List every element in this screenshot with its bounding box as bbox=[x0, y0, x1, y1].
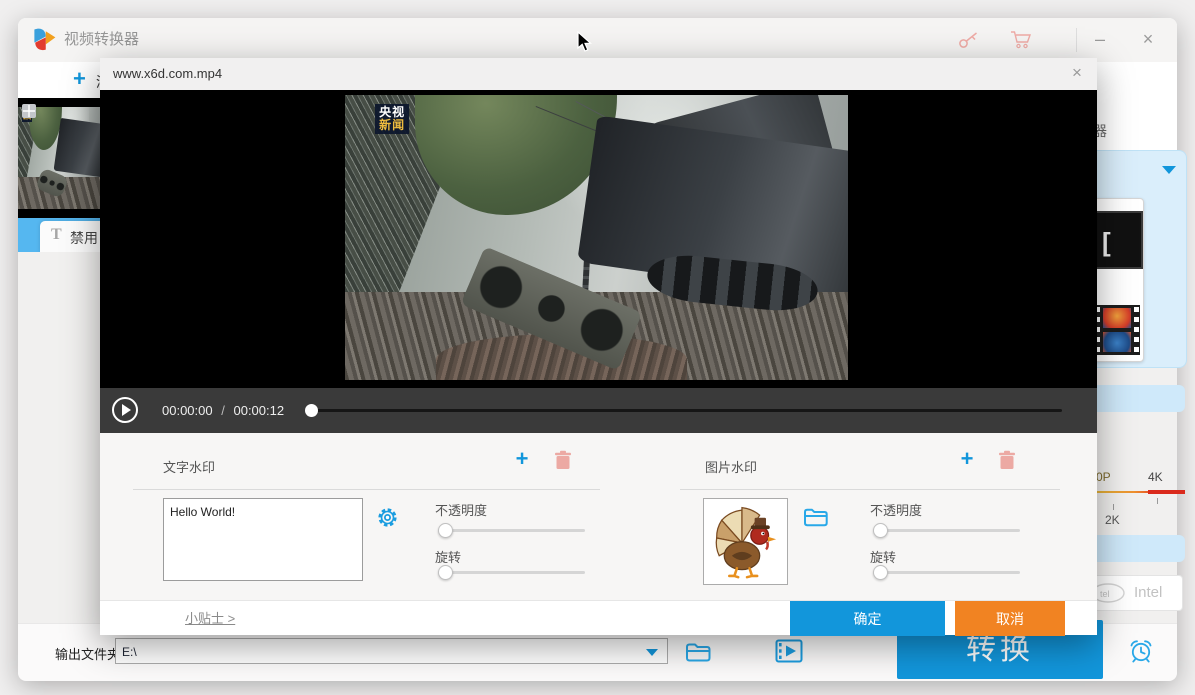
preview-player-icon[interactable] bbox=[775, 639, 803, 663]
format-dropdown-arrow-icon[interactable] bbox=[1162, 166, 1176, 174]
resolution-tick bbox=[1113, 504, 1114, 510]
video-preview-area: 央视 新闻 bbox=[100, 90, 1097, 388]
combo-dropdown-arrow-icon[interactable] bbox=[646, 649, 658, 656]
format-screen-thumb: [ bbox=[1095, 211, 1143, 269]
watermark-settings: 文字水印 + Hello World! 不透明度 旋转 图片水印 + bbox=[100, 433, 1097, 600]
svg-text:tel: tel bbox=[1100, 589, 1110, 599]
scene-layer bbox=[54, 118, 100, 177]
add-image-watermark-button[interactable]: + bbox=[955, 447, 979, 471]
format-preview-card: [ bbox=[1090, 198, 1144, 362]
close-button[interactable]: × bbox=[1128, 18, 1168, 62]
image-watermark-title: 图片水印 bbox=[705, 457, 757, 476]
intel-acceleration-badge[interactable]: tel Intel bbox=[1085, 575, 1183, 611]
text-opacity-label: 不透明度 bbox=[435, 500, 487, 519]
screen-bracket: [ bbox=[1102, 227, 1111, 258]
minimize-button[interactable]: – bbox=[1080, 18, 1120, 62]
quality-option-bar[interactable] bbox=[1085, 385, 1185, 412]
text-rotate-label: 旋转 bbox=[435, 547, 461, 566]
thumbnail-scene: 央视 新闻 bbox=[18, 107, 100, 209]
cancel-button[interactable]: 取消 bbox=[955, 601, 1065, 636]
tips-link[interactable]: 小贴士 > bbox=[185, 601, 235, 636]
dialog-close-button[interactable]: × bbox=[1063, 58, 1091, 90]
delete-text-watermark-icon[interactable] bbox=[553, 449, 573, 471]
watermark-dialog: www.x6d.com.mp4 × 央视 新闻 bbox=[100, 58, 1097, 635]
desktop: 视频转换器 – × + 添 bbox=[0, 0, 1195, 695]
filmstrip-frame bbox=[1103, 332, 1131, 352]
cctv-news-badge: 央视 新闻 bbox=[375, 104, 409, 134]
app-title: 视频转换器 bbox=[64, 18, 139, 62]
app-titlebar: 视频转换器 – × bbox=[18, 18, 1177, 63]
filmstrip-icon bbox=[1094, 305, 1140, 355]
image-rotate-slider[interactable] bbox=[875, 571, 1020, 574]
time-current: 00:00:00 bbox=[162, 403, 213, 418]
image-opacity-slider[interactable] bbox=[875, 529, 1020, 532]
filmstrip-holes bbox=[1134, 307, 1139, 353]
watermark-image-preview[interactable] bbox=[703, 498, 788, 585]
dialog-footer: 小贴士 > 确定 取消 bbox=[100, 600, 1097, 635]
image-rotate-label: 旋转 bbox=[870, 547, 896, 566]
grid-handle-icon[interactable] bbox=[22, 104, 36, 118]
output-folder-input[interactable] bbox=[116, 639, 648, 665]
play-button[interactable] bbox=[112, 397, 138, 423]
seek-handle[interactable] bbox=[305, 404, 318, 417]
output-folder-combo[interactable] bbox=[115, 638, 668, 664]
delete-image-watermark-icon[interactable] bbox=[997, 449, 1017, 471]
time-total: 00:00:12 bbox=[233, 403, 284, 418]
dialog-title: www.x6d.com.mp4 bbox=[113, 58, 222, 90]
app-logo-icon bbox=[30, 26, 58, 54]
text-rotate-slider[interactable] bbox=[440, 571, 585, 574]
image-opacity-label: 不透明度 bbox=[870, 500, 922, 519]
open-folder-icon[interactable] bbox=[685, 641, 712, 663]
text-opacity-slider[interactable] bbox=[440, 529, 585, 532]
text-tool-icon: T bbox=[51, 226, 62, 244]
titlebar-separator bbox=[1076, 28, 1077, 52]
player-bar: 00:00:00 / 00:00:12 bbox=[100, 388, 1097, 433]
section-divider bbox=[680, 489, 1060, 490]
section-divider bbox=[133, 489, 600, 490]
seek-bar[interactable] bbox=[310, 409, 1062, 412]
text-opacity-handle[interactable] bbox=[438, 523, 453, 538]
ok-button[interactable]: 确定 bbox=[790, 601, 945, 636]
register-key-icon[interactable] bbox=[958, 31, 980, 49]
video-frame: 央视 新闻 bbox=[345, 95, 848, 380]
quality-option-bar[interactable] bbox=[1085, 535, 1185, 562]
resolution-mid-label: 2K bbox=[1105, 513, 1120, 527]
resolution-left-label: 0P bbox=[1096, 470, 1111, 484]
text-settings-gear-icon[interactable] bbox=[376, 506, 399, 529]
resolution-slider-hot bbox=[1148, 490, 1185, 494]
add-files-plus-icon[interactable]: + bbox=[73, 66, 86, 92]
file-thumbnail[interactable]: 央视 新闻 bbox=[18, 98, 100, 218]
text-rotate-handle[interactable] bbox=[438, 565, 453, 580]
image-opacity-handle[interactable] bbox=[873, 523, 888, 538]
resolution-tick bbox=[1157, 498, 1158, 504]
mouse-cursor bbox=[577, 31, 593, 53]
filmstrip-frame bbox=[1103, 308, 1131, 328]
time-display: 00:00:00 / 00:00:12 bbox=[162, 388, 284, 433]
dialog-titlebar: www.x6d.com.mp4 × bbox=[100, 58, 1097, 90]
text-watermark-title: 文字水印 bbox=[163, 457, 215, 476]
add-text-watermark-button[interactable]: + bbox=[510, 447, 534, 471]
watermark-text-input[interactable]: Hello World! bbox=[163, 498, 363, 581]
browse-image-folder-icon[interactable] bbox=[803, 507, 829, 528]
tab-label: 禁用 bbox=[70, 228, 98, 248]
time-separator: / bbox=[216, 403, 230, 418]
shopping-cart-icon[interactable] bbox=[1010, 30, 1034, 50]
intel-label: Intel bbox=[1134, 584, 1162, 601]
image-rotate-handle[interactable] bbox=[873, 565, 888, 580]
resolution-right-label: 4K bbox=[1148, 470, 1163, 484]
schedule-alarm-icon[interactable] bbox=[1128, 638, 1154, 664]
turkey-clipart bbox=[704, 499, 785, 582]
